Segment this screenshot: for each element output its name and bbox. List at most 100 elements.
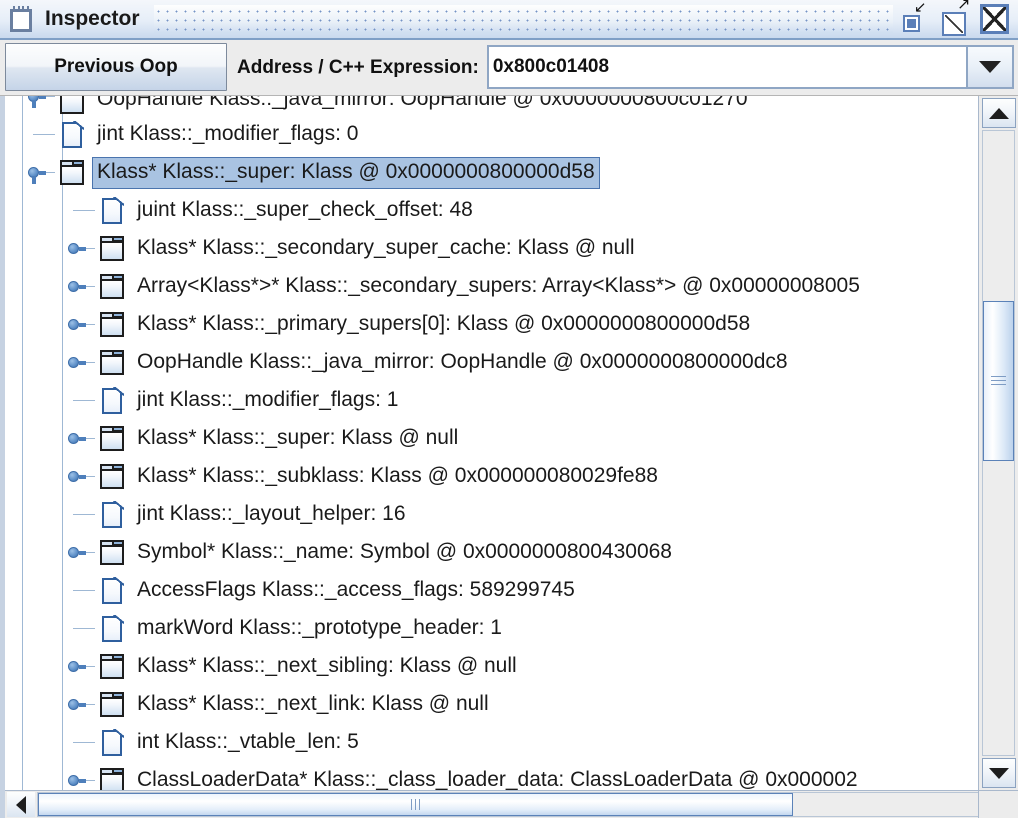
folder-icon — [97, 349, 127, 377]
tree-row-label: OopHandle Klass::_java_mirror: OopHandle… — [97, 96, 748, 110]
folder-icon — [97, 691, 127, 719]
folder-icon — [97, 425, 127, 453]
folder-icon — [97, 311, 127, 339]
tree-row[interactable]: Klass* Klass::_next_sibling: Klass @ nul… — [5, 648, 978, 686]
tree-row[interactable]: jint Klass::_layout_helper: 16 — [5, 496, 978, 534]
document-icon — [97, 615, 127, 643]
tree-row-label: Klass* Klass::_super: Klass @ null — [137, 426, 459, 449]
tree-row[interactable]: Klass* Klass::_super: Klass @ 0x00000008… — [5, 154, 978, 192]
scroll-up-button[interactable] — [982, 98, 1016, 128]
address-dropdown-button[interactable] — [966, 47, 1012, 87]
tree-row-label: Klass* Klass::_primary_supers[0]: Klass … — [137, 312, 751, 335]
tree-expand-handle[interactable] — [67, 230, 97, 268]
tree-expand-handle[interactable] — [67, 648, 97, 686]
tree-row[interactable]: Klass* Klass::_secondary_super_cache: Kl… — [5, 230, 978, 268]
tree-expand-handle[interactable] — [67, 268, 97, 306]
horizontal-scrollbar[interactable] — [5, 790, 1018, 818]
tree-row[interactable]: Klass* Klass::_super: Klass @ null — [5, 420, 978, 458]
folder-icon — [97, 273, 127, 301]
vertical-scroll-thumb[interactable] — [983, 301, 1014, 461]
object-tree-viewport[interactable]: OopHandle Klass::_java_mirror: OopHandle… — [5, 96, 978, 790]
tree-row-label: int Klass::_vtable_len: 5 — [137, 730, 359, 753]
tree-row-label: jint Klass::_modifier_flags: 0 — [97, 122, 359, 145]
tree-connector — [27, 116, 57, 154]
vertical-scroll-track[interactable] — [982, 130, 1015, 756]
scrollbar-corner — [978, 790, 1018, 818]
tree-row[interactable]: markWord Klass::_prototype_header: 1 — [5, 610, 978, 648]
inspector-window: Inspector ↙ ↗ Previous Oop Address / C++… — [0, 0, 1018, 818]
previous-oop-button[interactable]: Previous Oop — [5, 43, 227, 91]
object-tree: OopHandle Klass::_java_mirror: OopHandle… — [5, 96, 978, 790]
scroll-down-button[interactable] — [982, 758, 1016, 788]
tree-row[interactable]: OopHandle Klass::_java_mirror: OopHandle… — [5, 96, 978, 116]
folder-icon — [97, 539, 127, 567]
tree-row[interactable]: ClassLoaderData* Klass::_class_loader_da… — [5, 762, 978, 790]
document-icon — [97, 387, 127, 415]
tree-row-label: jint Klass::_modifier_flags: 1 — [137, 388, 399, 411]
tree-row-label: Klass* Klass::_next_sibling: Klass @ nul… — [137, 654, 517, 677]
vertical-scrollbar[interactable] — [978, 96, 1018, 790]
tree-expand-handle[interactable] — [67, 762, 97, 790]
tree-expand-handle[interactable] — [67, 344, 97, 382]
document-icon — [97, 577, 127, 605]
tree-row-label: Klass* Klass::_subklass: Klass @ 0x00000… — [137, 464, 658, 487]
tree-row-label: Klass* Klass::_secondary_super_cache: Kl… — [137, 236, 635, 259]
tree-collapse-handle[interactable] — [27, 154, 57, 192]
maximize-icon[interactable]: ↗ — [940, 0, 970, 36]
inspector-toolbar: Previous Oop Address / C++ Expression: — [0, 40, 1018, 96]
scroll-thumb-grip — [410, 799, 421, 810]
tree-connector — [67, 610, 97, 648]
tree-row-label: juint Klass::_super_check_offset: 48 — [137, 198, 473, 221]
chevron-down-icon — [979, 61, 1001, 73]
tree-row-label: Array<Klass*>* Klass::_secondary_supers:… — [137, 274, 860, 297]
window-drag-handle[interactable] — [153, 5, 893, 33]
document-icon — [97, 197, 127, 225]
address-input[interactable] — [488, 47, 966, 87]
scroll-left-button[interactable] — [7, 792, 35, 817]
tree-connector — [67, 496, 97, 534]
caret-left-icon — [16, 795, 26, 814]
notepad-icon — [10, 6, 34, 32]
tree-row-label: AccessFlags Klass::_access_flags: 589299… — [137, 578, 575, 601]
tree-connector — [67, 382, 97, 420]
title-bar: Inspector ↙ ↗ — [0, 0, 1018, 40]
horizontal-scroll-thumb[interactable] — [38, 793, 793, 816]
minimize-icon[interactable]: ↙ — [901, 0, 931, 36]
tree-expand-handle[interactable] — [67, 686, 97, 724]
close-icon[interactable] — [979, 0, 1009, 36]
folder-icon — [57, 159, 87, 187]
inspector-content: OopHandle Klass::_java_mirror: OopHandle… — [0, 96, 1018, 818]
tree-row-label: Symbol* Klass::_name: Symbol @ 0x0000000… — [137, 540, 672, 563]
window-controls: ↙ ↗ — [901, 0, 1009, 38]
tree-row[interactable]: Klass* Klass::_next_link: Klass @ null — [5, 686, 978, 724]
caret-up-icon — [989, 107, 1009, 119]
tree-row-label: Klass* Klass::_next_link: Klass @ null — [137, 692, 489, 715]
tree-row-label: Klass* Klass::_super: Klass @ 0x00000008… — [92, 157, 600, 189]
folder-icon — [97, 463, 127, 491]
tree-row-label: ClassLoaderData* Klass::_class_loader_da… — [137, 768, 858, 790]
tree-row-label: markWord Klass::_prototype_header: 1 — [137, 616, 502, 639]
tree-expand-handle[interactable] — [67, 458, 97, 496]
tree-expand-handle[interactable] — [67, 306, 97, 344]
tree-row[interactable]: Array<Klass*>* Klass::_secondary_supers:… — [5, 268, 978, 306]
tree-collapse-handle[interactable] — [27, 96, 57, 116]
window-title: Inspector — [45, 7, 140, 30]
tree-row[interactable]: OopHandle Klass::_java_mirror: OopHandle… — [5, 344, 978, 382]
scroll-thumb-grip — [991, 376, 1006, 386]
tree-expand-handle[interactable] — [67, 420, 97, 458]
tree-row[interactable]: jint Klass::_modifier_flags: 1 — [5, 382, 978, 420]
folder-icon — [97, 235, 127, 263]
document-icon — [97, 729, 127, 757]
tree-row[interactable]: juint Klass::_super_check_offset: 48 — [5, 192, 978, 230]
tree-row[interactable]: AccessFlags Klass::_access_flags: 589299… — [5, 572, 978, 610]
tree-row-label: jint Klass::_layout_helper: 16 — [137, 502, 406, 525]
folder-icon — [97, 767, 127, 790]
tree-row[interactable]: Symbol* Klass::_name: Symbol @ 0x0000000… — [5, 534, 978, 572]
tree-row[interactable]: int Klass::_vtable_len: 5 — [5, 724, 978, 762]
tree-row[interactable]: jint Klass::_modifier_flags: 0 — [5, 116, 978, 154]
caret-down-icon — [989, 767, 1009, 779]
tree-expand-handle[interactable] — [67, 534, 97, 572]
tree-row[interactable]: Klass* Klass::_subklass: Klass @ 0x00000… — [5, 458, 978, 496]
tree-row[interactable]: Klass* Klass::_primary_supers[0]: Klass … — [5, 306, 978, 344]
horizontal-scroll-track[interactable] — [37, 792, 986, 817]
